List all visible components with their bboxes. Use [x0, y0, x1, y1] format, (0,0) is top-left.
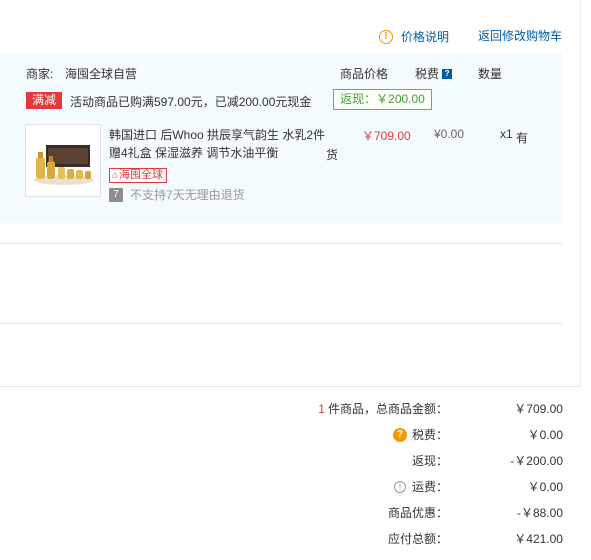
seven-day-return-icon: 7 — [109, 187, 123, 202]
divider — [0, 386, 581, 387]
back-to-cart-link[interactable]: 返回修改购物车 — [478, 27, 562, 44]
item-count: 1 — [318, 401, 325, 416]
summary-shipping-text: 运费： — [411, 480, 448, 494]
promo-text: 活动商品已购满597.00元，已减200.00元现金 — [70, 95, 312, 109]
item-stock-status: 有 — [516, 131, 529, 145]
summary-rebate-value: -￥200.00 — [510, 454, 563, 468]
return-policy-text: 不支持7天无理由退货 — [130, 188, 245, 202]
overseas-tag-label: 海囤全球 — [119, 169, 164, 181]
merchant-label: 商家: — [26, 67, 54, 81]
product-image[interactable] — [25, 124, 101, 197]
question-circle-icon[interactable]: ? — [392, 427, 407, 442]
question-square-icon[interactable]: ? — [442, 68, 453, 79]
summary-discount-row: 商品优惠： -￥88.00 — [0, 504, 591, 524]
promo-tag: 满减 — [26, 92, 62, 109]
summary-shipping-row: ! 运费： ￥0.00 — [0, 478, 591, 498]
product-title-link[interactable]: 韩国进口 后Whoo 拱辰享气韵生 水乳2件赠4礼盒 保湿滋养 调节水油平衡 — [109, 126, 329, 162]
summary-discount-value: -￥88.00 — [516, 506, 563, 520]
price-note-label[interactable]: 价格说明 — [401, 28, 449, 45]
summary-tax-label: ? 税费： — [392, 426, 448, 443]
column-header-tax: 税费 ? — [415, 65, 453, 82]
overseas-tag: ⌂ 海囤全球 — [109, 168, 168, 183]
divider — [0, 323, 562, 324]
product-title-tail: 货 — [326, 148, 339, 162]
right-border-line — [580, 0, 581, 386]
summary-payable-row: 应付总额： ￥421.00 — [0, 530, 591, 550]
merchant-name: 海囤全球自营 — [65, 67, 138, 81]
summary-payable-label: 应付总额： — [387, 532, 448, 546]
column-header-qty: 数量 — [478, 67, 503, 81]
globe-icon: ⌂ — [112, 170, 119, 181]
warning-circle-icon: ! — [379, 29, 393, 44]
order-panel: 商家: 海囤全球自营 商品价格 税费 ? 数量 满减 活动商品已购满597.00… — [0, 53, 562, 223]
summary-total-row: 1 件商品，总商品金额： ￥709.00 — [0, 400, 591, 420]
return-policy: 7 不支持7天无理由退货 — [109, 186, 245, 203]
summary-total-label: 1 件商品，总商品金额： — [318, 400, 448, 417]
summary-discount-label: 商品优惠： — [387, 506, 448, 520]
column-header-tax-label: 税费 — [415, 67, 440, 81]
info-circle-icon[interactable]: ! — [393, 480, 406, 493]
summary-tax-value: ￥0.00 — [527, 428, 563, 442]
summary-total-text: 件商品，总商品金额： — [327, 402, 448, 416]
column-header-price: 商品价格 — [340, 67, 389, 81]
summary-shipping-value: ￥0.00 — [527, 480, 563, 494]
item-quantity: x1 — [500, 127, 513, 141]
divider — [0, 243, 562, 244]
summary-rebate-row: 返现： -￥200.00 — [0, 452, 591, 472]
summary-payable-value: ￥421.00 — [514, 532, 563, 546]
product-photo-icon — [26, 125, 100, 196]
rebate-badge: 返现：￥200.00 — [333, 89, 432, 110]
summary-shipping-label: ! 运费： — [393, 478, 448, 495]
price-note-link[interactable]: ! 价格说明 — [379, 28, 449, 45]
summary-tax-row: ? 税费： ￥0.00 — [0, 426, 591, 446]
summary-tax-text: 税费： — [411, 428, 448, 442]
summary-total-value: ￥709.00 — [514, 402, 563, 416]
item-price: ￥709.00 — [362, 129, 411, 143]
top-bar: ! 价格说明 返回修改购物车 — [0, 24, 591, 46]
summary-rebate-label: 返现： — [411, 454, 448, 468]
item-tax: ¥0.00 — [434, 127, 465, 141]
